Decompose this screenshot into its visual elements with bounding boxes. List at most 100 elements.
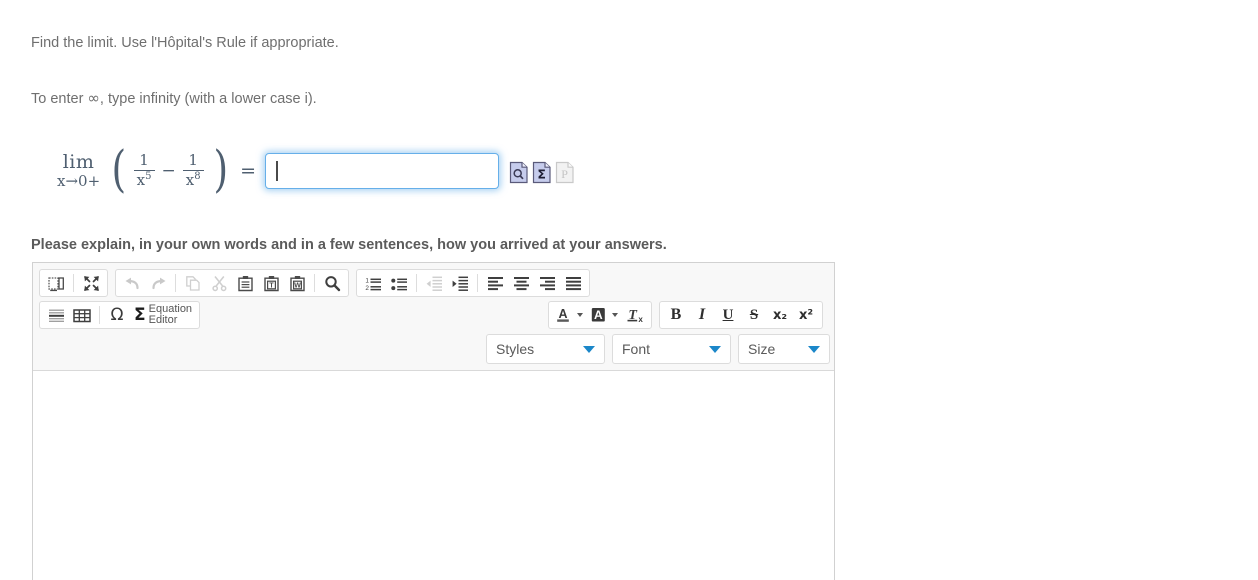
explain-label: Please explain, in your own words and in… <box>31 237 667 253</box>
editor-content-area[interactable] <box>33 371 834 549</box>
equation-editor-label: Equation Editor <box>148 302 193 326</box>
size-dropdown[interactable]: Size <box>738 334 830 364</box>
toolbar-row-2-right: A A T x B I U S x₂ x² <box>548 301 830 329</box>
answer-input[interactable] <box>265 153 500 189</box>
table-icon[interactable] <box>69 303 95 327</box>
copy-button[interactable] <box>180 271 206 295</box>
omega-glyph: Ω <box>110 304 124 325</box>
subscript-glyph: x₂ <box>772 307 788 323</box>
fraction-term-1: 1 x5 <box>133 151 155 189</box>
math-palette-icon[interactable]: Σ <box>532 161 552 184</box>
limit-operator-block: lim x→0+ <box>57 151 101 190</box>
svg-text:x: x <box>638 315 643 324</box>
cut-button[interactable] <box>206 271 232 295</box>
text-cursor <box>276 161 278 181</box>
instruction-line-1: Find the limit. Use l'Hôpital's Rule if … <box>31 35 339 51</box>
toolbar-separator <box>416 274 417 292</box>
practice-page-icon: P <box>555 161 575 184</box>
chevron-down-icon <box>577 313 583 317</box>
svg-text:Σ: Σ <box>537 166 546 181</box>
indent-button[interactable] <box>447 271 473 295</box>
answer-tool-icons: Σ P <box>509 161 575 184</box>
paste-button[interactable] <box>232 271 258 295</box>
toolbar-separator <box>73 274 74 292</box>
math-expression: lim x→0+ ( 1 x5 − 1 x8 ) = <box>57 140 257 199</box>
styles-dropdown-label: Styles <box>496 341 535 357</box>
preview-answer-icon[interactable] <box>509 161 529 184</box>
text-color-button[interactable]: A <box>552 303 587 327</box>
size-dropdown-label: Size <box>748 341 776 357</box>
remove-format-button[interactable]: T x <box>622 303 648 327</box>
rich-text-editor: T W 1 2 Ω Σ Equation Editor A A T x B I … <box>32 262 835 580</box>
align-left-button[interactable] <box>482 271 508 295</box>
fraction-1-exponent: 5 <box>145 170 152 182</box>
svg-text:A: A <box>594 308 603 322</box>
horizontal-rule-button[interactable] <box>43 303 69 327</box>
fraction-term-2: 1 x8 <box>182 151 204 189</box>
fraction-2-base: x <box>185 170 195 189</box>
toolbar-group-insert: Ω Σ Equation Editor <box>39 301 201 329</box>
superscript-button[interactable]: x² <box>793 303 819 327</box>
italic-glyph: I <box>698 306 706 323</box>
fraction-2-numerator: 1 <box>188 151 198 170</box>
toolbar-separator <box>314 274 315 292</box>
strikethrough-glyph: S <box>749 306 759 323</box>
toolbar-group-formatting: B I U S x₂ x² <box>659 301 823 329</box>
outdent-button[interactable] <box>421 271 447 295</box>
toolbar-separator <box>477 274 478 292</box>
toolbar-separator <box>99 306 100 324</box>
paste-from-word-button[interactable]: W <box>284 271 310 295</box>
bold-glyph: B <box>670 306 682 323</box>
strikethrough-button[interactable]: S <box>741 303 767 327</box>
toolbar-group-clipboard: T W <box>115 269 349 297</box>
svg-text:2: 2 <box>365 285 369 292</box>
chevron-down-icon <box>709 345 721 353</box>
limit-operator: lim <box>62 151 95 174</box>
styles-dropdown[interactable]: Styles <box>486 334 605 364</box>
svg-text:A: A <box>558 307 567 321</box>
align-right-button[interactable] <box>534 271 560 295</box>
align-justify-button[interactable] <box>560 271 586 295</box>
minus-operator: − <box>161 160 176 181</box>
chevron-down-icon <box>612 313 618 317</box>
chevron-down-icon <box>583 345 595 353</box>
toolbar-group-colors: A A T x <box>548 301 652 329</box>
fraction-1-numerator: 1 <box>139 151 149 170</box>
toolbar-row-3: Styles Font Size <box>39 334 830 364</box>
undo-button[interactable] <box>119 271 145 295</box>
instruction-line-2: To enter ∞, type infinity (with a lower … <box>31 89 317 107</box>
answer-row: lim x→0+ ( 1 x5 − 1 x8 ) = Σ P <box>31 140 575 202</box>
maximize-button[interactable] <box>78 271 104 295</box>
omega-icon[interactable]: Ω <box>104 303 130 327</box>
italic-button[interactable]: I <box>689 303 715 327</box>
svg-text:T: T <box>269 282 274 289</box>
instruction-line-2-suffix: , type infinity (with a lower case i). <box>99 91 317 107</box>
equation-editor-button[interactable]: Σ Equation Editor <box>130 303 196 327</box>
search-icon[interactable] <box>319 271 345 295</box>
answer-input-wrapper <box>265 153 500 189</box>
align-center-button[interactable] <box>508 271 534 295</box>
toolbar-group-document <box>39 269 108 297</box>
paste-as-text-button[interactable]: T <box>258 271 284 295</box>
instruction-line-2-prefix: To enter <box>31 91 88 107</box>
limit-subscript: x→0+ <box>57 171 101 190</box>
toolbar-row-1: T W 1 2 <box>39 269 830 297</box>
font-dropdown[interactable]: Font <box>612 334 731 364</box>
worksheet-page: Find the limit. Use l'Hôpital's Rule if … <box>0 0 1258 580</box>
redo-button[interactable] <box>145 271 171 295</box>
fraction-2-exponent: 8 <box>194 170 201 182</box>
bulleted-list-button[interactable] <box>386 271 412 295</box>
fraction-1-base: x <box>136 170 146 189</box>
svg-text:W: W <box>294 282 301 289</box>
underline-button[interactable]: U <box>715 303 741 327</box>
bold-button[interactable]: B <box>663 303 689 327</box>
superscript-glyph: x² <box>798 307 814 323</box>
templates-button[interactable] <box>43 271 69 295</box>
fraction-1-denominator: x5 <box>134 171 155 189</box>
subscript-button[interactable]: x₂ <box>767 303 793 327</box>
background-color-button[interactable]: A <box>587 303 622 327</box>
infinity-symbol: ∞ <box>87 89 100 107</box>
equals-sign: = <box>240 159 257 182</box>
numbered-list-button[interactable]: 1 2 <box>360 271 386 295</box>
toolbar-row-2: Ω Σ Equation Editor A A T x B I U S x₂ x… <box>39 301 830 329</box>
